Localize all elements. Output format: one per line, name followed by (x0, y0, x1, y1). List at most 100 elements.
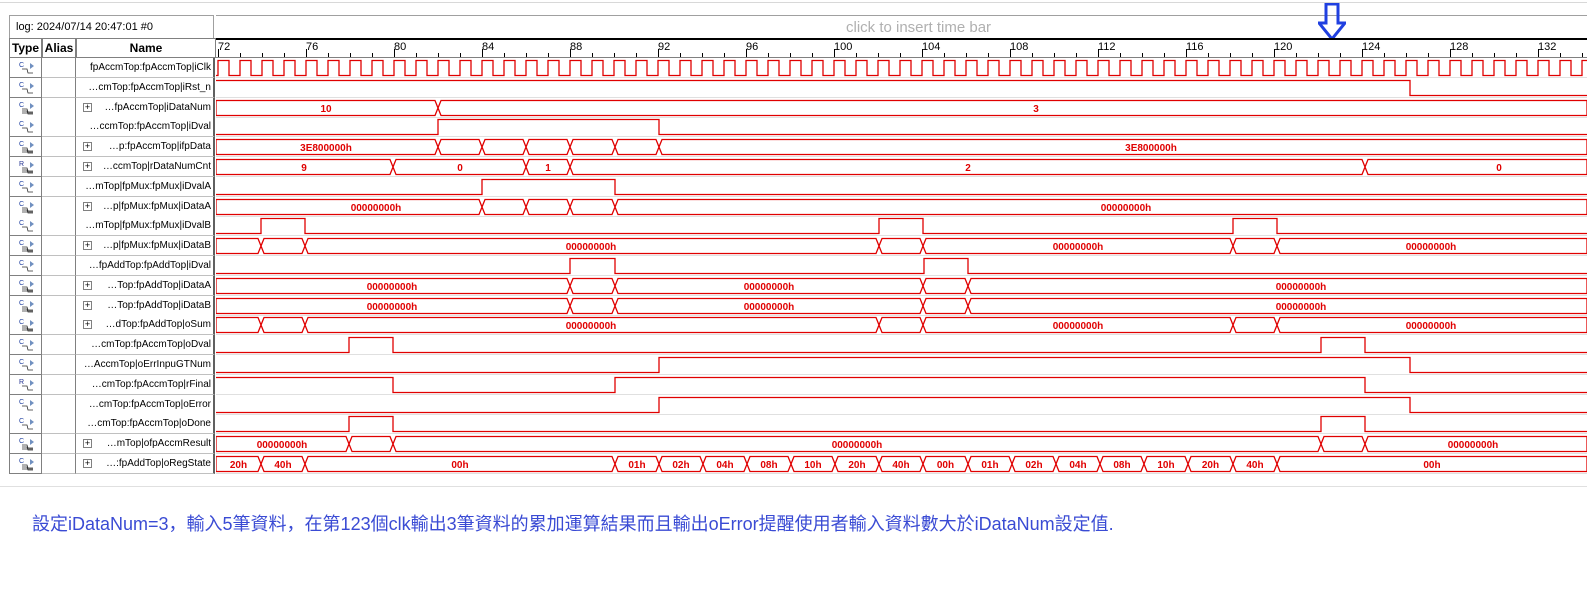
signal-row[interactable]: C + …p|fpMux:fpMux|iDataB 00000000h 00000000… (9, 236, 1587, 257)
signal-waveform[interactable]: 20h 40h 00h 01h 02h 04h 08h 10h 20h 40h 00h 01h 02h 0… (216, 454, 1587, 474)
signal-name-cell[interactable]: + …dTop:fpAddTop|oSum (76, 315, 215, 336)
signal-name: …fpAddTop:fpAddTop|iDval (88, 260, 211, 271)
bus-value-label: 02h (1025, 460, 1042, 471)
expand-plus-icon[interactable]: + (83, 102, 92, 112)
signal-type-cell: C (9, 454, 42, 474)
signal-type-cell: C (9, 216, 42, 237)
signal-waveform[interactable]: 9 0 1 2 0 (216, 157, 1587, 177)
expand-plus-icon[interactable]: + (83, 241, 92, 251)
signal-name: …fpAccmTop|iDataNum (104, 101, 211, 113)
signal-name-cell[interactable]: …cmTop:fpAccmTop|rFinal (76, 374, 215, 395)
column-header-type[interactable]: Type (9, 38, 42, 58)
signal-name: …dTop:fpAddTop|oSum (105, 319, 211, 331)
signal-waveform[interactable]: 00000000h 00000000h 00000000h (216, 296, 1587, 316)
signal-waveform[interactable] (216, 375, 1587, 395)
signal-waveform[interactable]: 00000000h 00000000h 00000000h (216, 434, 1587, 455)
bus-value-label: 40h (274, 460, 291, 471)
svg-text:R: R (19, 379, 24, 386)
ruler-tick-label: 84 (482, 41, 495, 53)
signal-row[interactable]: C …cmTop:fpAccmTop|oError (9, 394, 1587, 415)
signal-name-cell[interactable]: + …:fpAddTop|oRegState (76, 454, 215, 474)
signal-name-cell[interactable]: + …mTop|ofpAccmResult (76, 434, 215, 455)
signal-row[interactable]: C + …p|fpMux:fpMux|iDataA 00000000h 00000000… (9, 196, 1587, 217)
signal-waveform[interactable] (216, 335, 1587, 356)
expand-plus-icon[interactable]: + (83, 201, 92, 211)
signal-waveform[interactable] (216, 58, 1587, 78)
signal-name-cell[interactable]: …mTop|fpMux:fpMux|iDvalB (76, 216, 215, 237)
signal-row[interactable]: C …cmTop:fpAccmTop|oDval (9, 335, 1587, 356)
expand-plus-icon[interactable]: + (83, 280, 92, 290)
column-header-name[interactable]: Name (76, 38, 216, 58)
signal-row[interactable]: C + …p:fpAccmTop|ifpData 3E800000h 3E800000h (9, 137, 1587, 158)
signal-row[interactable]: C + …mTop|ofpAccmResult 00000000h 00000000h 0… (9, 434, 1587, 455)
signal-name-cell[interactable]: + …p|fpMux:fpMux|iDataA (76, 196, 215, 217)
signal-name-cell[interactable]: …cmTop:fpAccmTop|oDone (76, 414, 215, 435)
signal-row[interactable]: C …cmTop:fpAccmTop|iRst_n (9, 77, 1587, 98)
signal-row[interactable]: C + …fpAccmTop|iDataNum 10 3 (9, 97, 1587, 118)
signal-type-cell: C (9, 355, 42, 375)
signal-name-cell[interactable]: …cmTop:fpAccmTop|oError (76, 394, 215, 415)
signal-waveform[interactable]: 00000000h 00000000h (216, 197, 1587, 217)
expand-plus-icon[interactable]: + (83, 459, 92, 468)
signal-name-cell[interactable]: + …Top:fpAddTop|iDataA (76, 275, 215, 296)
signal-name-cell[interactable]: …fpAddTop:fpAddTop|iDval (76, 256, 215, 276)
signal-row[interactable]: C + …dTop:fpAddTop|oSum 00000000h 00000000h 0… (9, 315, 1587, 336)
signal-type-cell: C (9, 137, 42, 158)
signal-row[interactable]: C + …Top:fpAddTop|iDataB 00000000h 00000000h… (9, 295, 1587, 316)
signal-row[interactable]: C …mTop|fpMux:fpMux|iDvalB (9, 216, 1587, 237)
signal-waveform[interactable] (216, 355, 1587, 375)
signal-waveform[interactable]: 00000000h 00000000h 00000000h (216, 236, 1587, 257)
signal-name-cell[interactable]: …ccmTop:fpAccmTop|iDval (76, 117, 215, 138)
time-bar-area[interactable]: click to insert time bar (216, 15, 1587, 38)
signal-waveform[interactable] (216, 78, 1587, 98)
signal-row[interactable]: C …AccmTop|oErrInpuGTNum (9, 355, 1587, 375)
expand-plus-icon[interactable]: + (83, 142, 92, 152)
signal-row[interactable]: R …cmTop:fpAccmTop|rFinal (9, 374, 1587, 395)
bus-waveform (216, 277, 1587, 294)
signal-row[interactable]: C + …:fpAddTop|oRegState 20h 40h 00h 01h 02h 04h… (9, 454, 1587, 474)
signal-name-cell[interactable]: + …Top:fpAddTop|iDataB (76, 295, 215, 316)
signal-row[interactable]: R + …ccmTop|rDataNumCnt 9 0 1 2 0 (9, 157, 1587, 177)
signal-name-cell[interactable]: + …p|fpMux:fpMux|iDataB (76, 236, 215, 257)
bus-value-label: 02h (672, 460, 689, 471)
signal-waveform[interactable]: 3E800000h 3E800000h (216, 137, 1587, 158)
signal-name-cell[interactable]: + …fpAccmTop|iDataNum (76, 97, 215, 118)
signal-row[interactable]: C …ccmTop:fpAccmTop|iDval (9, 117, 1587, 138)
ruler-tick (1560, 53, 1561, 57)
signal-name-cell[interactable]: + …ccmTop|rDataNumCnt (76, 157, 215, 177)
signal-name-cell[interactable]: …AccmTop|oErrInpuGTNum (76, 355, 215, 375)
signal-row[interactable]: C …mTop|fpMux:fpMux|iDvalA (9, 176, 1587, 197)
signal-row[interactable]: CfpAccmTop:fpAccmTop|iClk (9, 58, 1587, 78)
signal-waveform[interactable]: 00000000h 00000000h 00000000h (216, 276, 1587, 296)
bus-signal-icon: C (19, 438, 34, 451)
signal-name-cell[interactable]: …mTop|fpMux:fpMux|iDvalA (76, 176, 215, 197)
signal-row[interactable]: C + …Top:fpAddTop|iDataA 00000000h 00000000h… (9, 275, 1587, 296)
expand-plus-icon[interactable]: + (83, 300, 92, 310)
bus-value-label: 20h (230, 460, 247, 471)
signal-waveform[interactable] (216, 414, 1587, 435)
signal-type-cell: C (9, 58, 42, 78)
signal-waveform[interactable] (216, 117, 1587, 138)
time-marker-arrow-icon[interactable] (1318, 3, 1346, 41)
signal-name-cell[interactable]: …cmTop:fpAccmTop|iRst_n (76, 77, 215, 98)
expand-plus-icon[interactable]: + (83, 162, 92, 171)
ruler-tick-label: 112 (1098, 41, 1116, 53)
signal-waveform[interactable] (216, 177, 1587, 197)
signal-waveform[interactable]: 00000000h 00000000h 00000000h (216, 315, 1587, 336)
expand-plus-icon[interactable]: + (83, 439, 92, 449)
signal-waveform[interactable] (216, 395, 1587, 415)
signal-name: …cmTop:fpAccmTop|oDone (87, 418, 211, 430)
signal-name-cell[interactable]: fpAccmTop:fpAccmTop|iClk (76, 58, 215, 78)
signal-row[interactable]: C …fpAddTop:fpAddTop|iDval (9, 256, 1587, 276)
signal-waveform[interactable] (216, 256, 1587, 276)
signal-waveform[interactable] (216, 216, 1587, 237)
signal-alias-cell (42, 58, 76, 78)
signal-row[interactable]: C …cmTop:fpAccmTop|oDone (9, 414, 1587, 435)
column-header-alias[interactable]: Alias (42, 38, 76, 58)
signal-waveform[interactable]: 10 3 (216, 98, 1587, 118)
signal-name-cell[interactable]: + …p:fpAccmTop|ifpData (76, 137, 215, 158)
signal-name-cell[interactable]: …cmTop:fpAccmTop|oDval (76, 335, 215, 356)
time-ruler[interactable]: 72 76 80 84 88 92 96 100 104 108 112 116 120 124 128 13… (216, 38, 1587, 58)
expand-plus-icon[interactable]: + (83, 320, 92, 330)
signal-type-cell: C (9, 97, 42, 118)
